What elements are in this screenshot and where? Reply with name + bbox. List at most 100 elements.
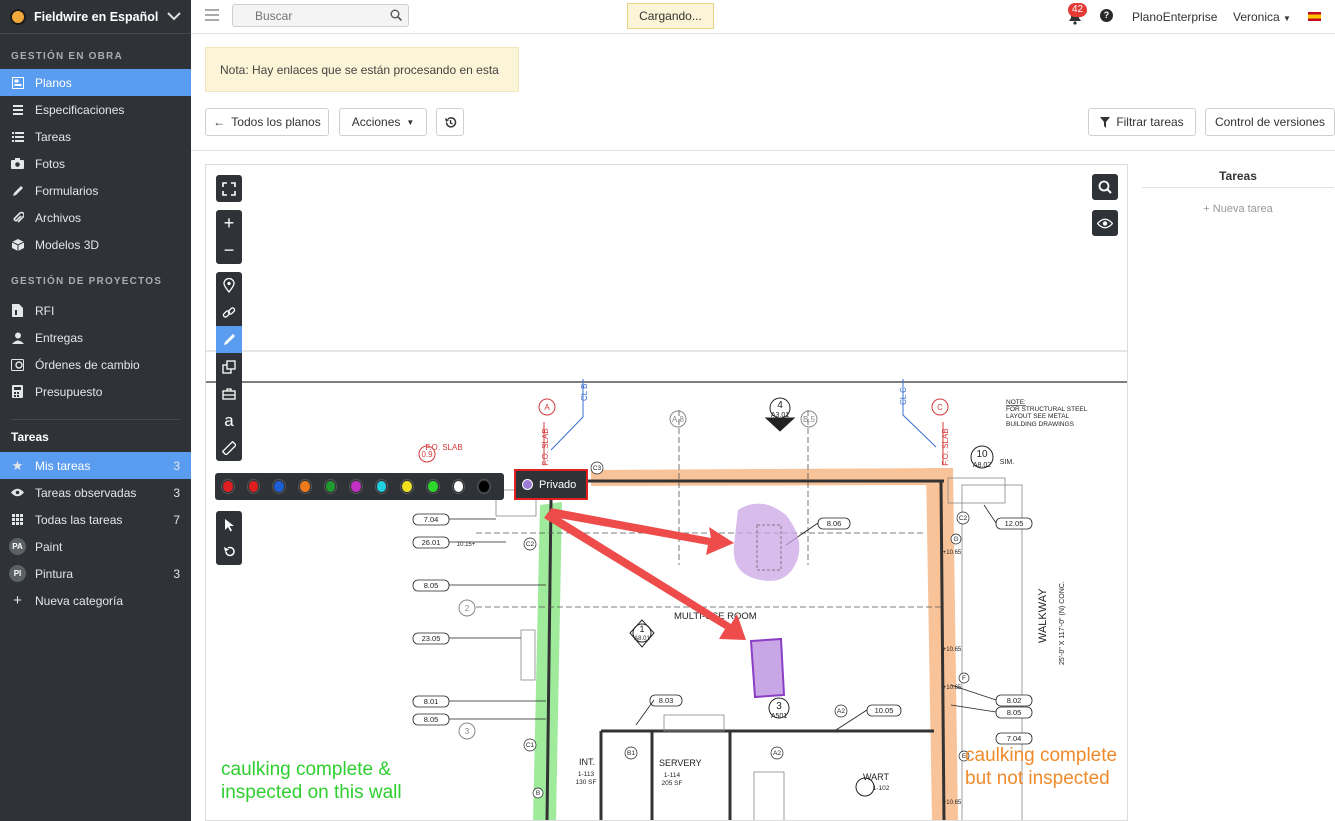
plan-viewer[interactable]: CL B CL C A C 0.9 F.O. SLAB F.O. SLAB F.… xyxy=(205,164,1128,821)
sidebar-item-label: Especificaciones xyxy=(35,102,125,117)
orange-text-annotation[interactable]: caulking complete but not inspected xyxy=(965,744,1117,790)
color-swatch-blue[interactable] xyxy=(273,480,285,493)
purple-rectangle-markup[interactable] xyxy=(749,637,786,699)
purple-cloud-markup[interactable] xyxy=(733,503,800,581)
link-icon[interactable] xyxy=(216,299,242,326)
color-swatch-red[interactable] xyxy=(247,480,260,493)
search-box[interactable] xyxy=(232,4,409,27)
sidebar-item-entregas[interactable]: Entregas xyxy=(0,324,191,351)
person-icon xyxy=(11,331,24,344)
section-number: 4 xyxy=(777,400,783,411)
visibility-button[interactable] xyxy=(1092,210,1118,236)
fullscreen-icon[interactable] xyxy=(216,175,242,202)
elevation-label: +10.65 xyxy=(943,685,962,691)
sidebar-item-nueva-categoria[interactable]: + Nueva categoría xyxy=(0,587,191,614)
sidebar-item-pintura[interactable]: PI Pintura 3 xyxy=(0,560,191,587)
toolbox-icon[interactable] xyxy=(216,380,242,407)
search-input[interactable] xyxy=(233,5,383,26)
private-icon xyxy=(522,479,533,490)
color-swatch-red[interactable] xyxy=(222,480,234,493)
color-swatch-orange[interactable] xyxy=(298,480,311,493)
sidebar-item-tareas-observadas[interactable]: Tareas observadas 3 xyxy=(0,479,191,506)
sidebar-item-tareas[interactable]: Tareas xyxy=(0,123,191,150)
sidebar-item-label: Tareas xyxy=(35,129,72,144)
color-swatch-magenta[interactable] xyxy=(350,480,362,493)
location-pin-icon[interactable] xyxy=(216,272,242,299)
grid-label: A xyxy=(544,403,550,412)
company-name[interactable]: PlanoEnterprise xyxy=(1132,10,1217,24)
new-task-link[interactable]: + Nueva tarea xyxy=(1142,203,1334,215)
private-label: Privado xyxy=(539,478,577,491)
plan-search-button[interactable] xyxy=(1092,174,1118,200)
chevron-down-icon[interactable] xyxy=(167,12,181,21)
room-label: WART xyxy=(863,772,890,782)
zoom-in-icon[interactable]: + xyxy=(216,210,242,237)
detail-tag: 7.04 xyxy=(1007,734,1022,743)
plus-icon: + xyxy=(13,592,22,609)
sidebar-divider xyxy=(11,419,180,420)
button-label: Acciones xyxy=(351,115,401,129)
task-count: 3 xyxy=(173,458,180,473)
sidebar-item-paint[interactable]: PA Paint xyxy=(0,533,191,560)
sidebar-item-label: Todas las tareas xyxy=(35,512,123,527)
shapes-icon[interactable] xyxy=(216,353,242,380)
color-swatch-green[interactable] xyxy=(324,480,337,493)
history-button[interactable] xyxy=(436,108,464,136)
camera-icon xyxy=(11,157,24,170)
walkway-dimensions: 25'-0" X 117'-0" (N) CONC. xyxy=(1059,581,1066,665)
green-text-annotation[interactable]: caulking complete & inspected on this wa… xyxy=(221,758,402,804)
annotation-line: but not inspected xyxy=(965,768,1110,789)
color-swatch-yellow[interactable] xyxy=(401,480,414,493)
sidebar-item-label: Planos xyxy=(35,75,72,90)
sidebar-item-label: Órdenes de cambio xyxy=(35,357,140,372)
color-swatch-black[interactable] xyxy=(478,480,491,493)
zoom-out-icon[interactable]: − xyxy=(216,237,242,264)
color-swatch-lime[interactable] xyxy=(427,480,439,493)
all-plans-button[interactable]: ← Todos los planos xyxy=(205,108,329,136)
small-tag: C1 xyxy=(526,742,535,749)
undo-icon[interactable] xyxy=(216,538,242,565)
sidebar-item-modelos-3d[interactable]: Modelos 3D xyxy=(0,231,191,258)
cursor-icon[interactable] xyxy=(216,511,242,538)
color-swatch-white[interactable] xyxy=(452,480,465,493)
spain-flag-icon[interactable] xyxy=(1308,12,1321,21)
sidebar-item-planos[interactable]: Planos xyxy=(0,69,191,96)
text-tool-icon[interactable]: a xyxy=(216,407,242,434)
caret-down-icon: ▼ xyxy=(406,117,415,127)
color-swatch-cyan[interactable] xyxy=(375,480,388,493)
task-count: 7 xyxy=(173,512,180,527)
ruler-icon[interactable] xyxy=(216,434,242,461)
sidebar-item-presupuesto[interactable]: Presupuesto xyxy=(0,378,191,405)
sidebar-item-especificaciones[interactable]: Especificaciones xyxy=(0,96,191,123)
section-number: 1 xyxy=(639,624,644,634)
red-arrow-markup[interactable] xyxy=(544,508,746,640)
cl-c-label: CL C xyxy=(899,387,908,405)
version-control-button[interactable]: Control de versiones xyxy=(1205,108,1335,136)
sidebar-item-mis-tareas[interactable]: ★ Mis tareas 3 xyxy=(0,452,191,479)
fo-slab-label: F.O. SLAB xyxy=(425,443,462,452)
sidebar-item-ordenes-cambio[interactable]: Órdenes de cambio xyxy=(0,351,191,378)
fullscreen-tool-group xyxy=(216,175,242,202)
elevation-label: +10.65 xyxy=(943,800,962,806)
sidebar-item-todas-tareas[interactable]: Todas las tareas 7 xyxy=(0,506,191,533)
project-selector[interactable]: Fieldwire en Español xyxy=(0,0,191,34)
private-toggle[interactable]: Privado xyxy=(514,469,588,500)
star-icon: ★ xyxy=(11,457,24,473)
sidebar-item-archivos[interactable]: Archivos xyxy=(0,204,191,231)
sidebar-item-label: Pintura xyxy=(35,566,74,581)
small-tag: C2 xyxy=(526,541,535,548)
sidebar-item-label: RFI xyxy=(35,303,55,318)
help-icon[interactable]: ? xyxy=(1100,9,1113,22)
filter-tasks-button[interactable]: Filtrar tareas xyxy=(1088,108,1196,136)
sidebar-item-formularios[interactable]: Formularios xyxy=(0,177,191,204)
room-label: SERVERY xyxy=(659,758,702,768)
note-line: NOTE: xyxy=(1006,399,1026,406)
sidebar-item-fotos[interactable]: Fotos xyxy=(0,150,191,177)
actions-dropdown[interactable]: Acciones ▼ xyxy=(339,108,427,136)
search-icon[interactable] xyxy=(390,9,402,21)
hamburger-menu-icon[interactable] xyxy=(205,9,219,21)
sidebar-item-label: Nueva categoría xyxy=(35,593,124,608)
sidebar-item-rfi[interactable]: RFI xyxy=(0,297,191,324)
user-menu[interactable]: Veronica ▼ xyxy=(1233,10,1291,24)
pen-icon[interactable] xyxy=(216,326,242,353)
